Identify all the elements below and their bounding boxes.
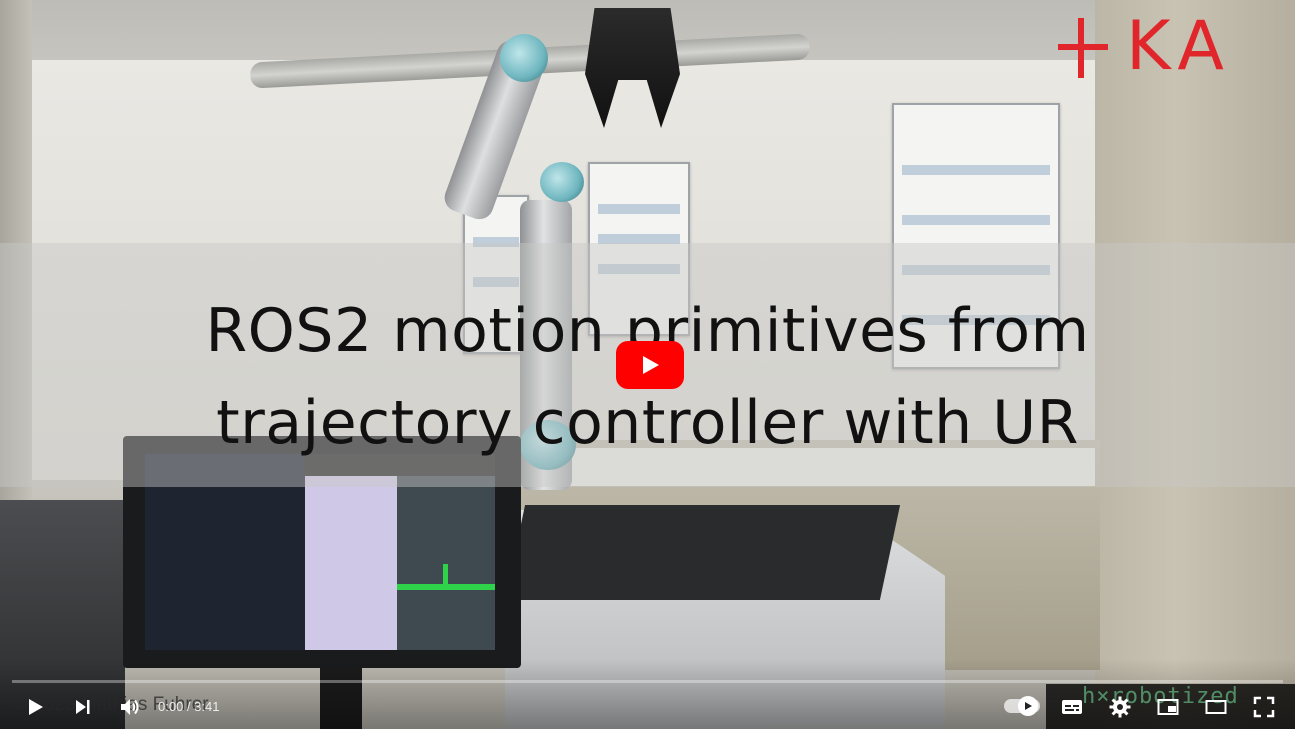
subtitles-button[interactable] bbox=[1049, 684, 1094, 729]
rviz-3d-view bbox=[397, 476, 495, 650]
gear-icon bbox=[1109, 696, 1130, 717]
subtitles-icon bbox=[1061, 699, 1082, 714]
progress-bar[interactable] bbox=[12, 680, 1283, 683]
robot-joint bbox=[500, 34, 548, 82]
time-separator: / bbox=[183, 699, 195, 714]
next-button[interactable] bbox=[59, 684, 104, 729]
current-time: 0:00 bbox=[158, 699, 184, 714]
autoplay-knob bbox=[1018, 696, 1038, 716]
video-player[interactable]: ROS2 motion primitives from trajectory c… bbox=[0, 0, 1295, 729]
fullscreen-button[interactable] bbox=[1241, 684, 1286, 729]
autoplay-toggle-icon bbox=[1025, 702, 1032, 710]
settings-button[interactable] bbox=[1097, 684, 1142, 729]
title-line-2: trajectory controller with UR bbox=[216, 388, 1079, 458]
grid-line bbox=[443, 564, 448, 590]
play-icon bbox=[28, 698, 43, 715]
logo-text: KA bbox=[1126, 7, 1232, 86]
rviz-panel bbox=[305, 476, 397, 650]
mute-button[interactable] bbox=[106, 684, 151, 729]
player-controls: 0:00 / 3:41 bbox=[0, 684, 1295, 729]
play-button[interactable] bbox=[12, 684, 57, 729]
play-icon bbox=[643, 356, 659, 374]
autoplay-toggle[interactable] bbox=[1004, 696, 1040, 716]
time-display: 0:00 / 3:41 bbox=[158, 684, 219, 729]
miniplayer-icon bbox=[1157, 698, 1178, 715]
robot-joint bbox=[540, 162, 584, 202]
fullscreen-icon bbox=[1253, 696, 1274, 717]
theater-icon bbox=[1205, 699, 1226, 714]
theater-mode-button[interactable] bbox=[1193, 684, 1238, 729]
table-top-plate bbox=[504, 505, 901, 600]
duration: 3:41 bbox=[194, 699, 220, 714]
hka-logo: KA bbox=[1058, 7, 1232, 86]
big-play-button[interactable] bbox=[616, 341, 684, 389]
next-icon bbox=[75, 699, 89, 714]
logo-cross-mark bbox=[1058, 16, 1122, 78]
miniplayer-button[interactable] bbox=[1145, 684, 1190, 729]
volume-icon bbox=[120, 698, 138, 715]
